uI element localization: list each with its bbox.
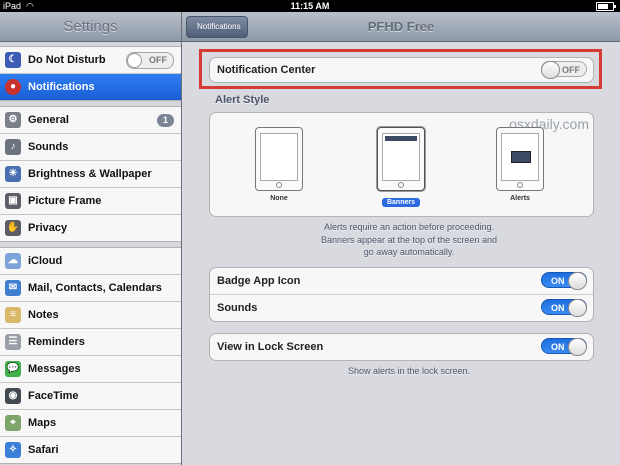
sidebar-item-messages[interactable]: 💬 Messages	[0, 356, 181, 383]
lock-screen-card: View in Lock Screen ON	[209, 333, 594, 361]
sidebar-group-3: ☁ iCloud ✉ Mail, Contacts, Calendars ≡ N…	[0, 247, 181, 464]
sidebar-item-label: FaceTime	[28, 390, 79, 402]
sidebar-item-label: Notifications	[28, 81, 95, 93]
notification-center-toggle[interactable]: OFF	[541, 61, 587, 79]
brightness-icon: ☀	[5, 166, 21, 182]
gear-icon: ⚙	[5, 112, 21, 128]
status-bar: iPad ◠ 11:15 AM	[0, 0, 620, 12]
moon-icon: ☾	[5, 52, 21, 68]
detail-pane: PFHD Free Notifications Notification Cen…	[182, 12, 620, 465]
sidebar-item-mail[interactable]: ✉ Mail, Contacts, Calendars	[0, 275, 181, 302]
badge-app-icon-toggle[interactable]: ON	[541, 272, 587, 290]
sidebar-item-picture-frame[interactable]: ▣ Picture Frame	[0, 188, 181, 215]
detail-header: PFHD Free Notifications	[182, 12, 620, 42]
alert-note-3: go away automatically.	[363, 247, 455, 257]
sidebar-item-label: General	[28, 114, 69, 126]
sidebar-item-label: Reminders	[28, 336, 85, 348]
alert-option-banners[interactable]: Banners	[371, 127, 431, 209]
sidebar-title: Settings	[63, 18, 118, 35]
ipad-banners-icon	[377, 127, 425, 191]
picture-frame-icon: ▣	[5, 193, 21, 209]
alert-style-card: osxdaily.com None Banners Alerts	[209, 112, 594, 217]
sidebar-item-icloud[interactable]: ☁ iCloud	[0, 248, 181, 275]
notifications-icon: ●	[5, 79, 21, 95]
alert-note-2: Banners appear at the top of the screen …	[320, 235, 498, 245]
facetime-icon: ◉	[5, 388, 21, 404]
badge-app-icon-label: Badge App Icon	[217, 275, 301, 287]
battery-icon	[596, 2, 616, 11]
badge-app-icon-row: Badge App Icon ON	[210, 268, 593, 294]
sidebar-item-label: Mail, Contacts, Calendars	[28, 282, 162, 294]
ipad-none-icon	[255, 127, 303, 191]
notes-icon: ≡	[5, 307, 21, 323]
sidebar-group-2: ⚙ General 1 ♪ Sounds ☀ Brightness & Wall…	[0, 106, 181, 242]
speaker-icon: ♪	[5, 139, 21, 155]
sidebar-item-label: Do Not Disturb	[28, 54, 106, 66]
sidebar-item-notifications[interactable]: ● Notifications	[0, 74, 181, 100]
sidebar-item-label: Safari	[28, 444, 59, 456]
sidebar-item-label: Picture Frame	[28, 195, 102, 207]
sidebar-item-label: iCloud	[28, 255, 63, 267]
clock: 11:15 AM	[290, 1, 330, 11]
alert-style-label: Alert Style	[215, 94, 270, 106]
sidebar-item-sounds[interactable]: ♪ Sounds	[0, 134, 181, 161]
do-not-disturb-toggle[interactable]: OFF	[126, 52, 174, 69]
sidebar-item-general[interactable]: ⚙ General 1	[0, 107, 181, 134]
reminders-icon: ☰	[5, 334, 21, 350]
sidebar-item-maps[interactable]: ⌖ Maps	[0, 410, 181, 437]
sidebar-item-label: Notes	[28, 309, 59, 321]
mail-icon: ✉	[5, 280, 21, 296]
alert-note-1: Alerts require an action before proceedi…	[323, 222, 495, 232]
lock-screen-toggle[interactable]: ON	[541, 338, 587, 356]
back-button[interactable]: Notifications	[186, 16, 248, 38]
sidebar-item-safari[interactable]: ✧ Safari	[0, 437, 181, 463]
sounds-toggle[interactable]: ON	[541, 299, 587, 317]
alert-option-none[interactable]: None	[249, 127, 309, 202]
sidebar-item-privacy[interactable]: ✋ Privacy	[0, 215, 181, 241]
sidebar-item-label: Sounds	[28, 141, 69, 153]
maps-icon: ⌖	[5, 415, 21, 431]
lock-screen-label: View in Lock Screen	[217, 341, 324, 353]
notification-center-card: Notification Center OFF	[209, 57, 594, 83]
messages-icon: 💬	[5, 361, 21, 377]
sidebar-item-label: Brightness & Wallpaper	[28, 168, 152, 180]
sidebar-item-label: Messages	[28, 363, 81, 375]
sidebar-item-notes[interactable]: ≡ Notes	[0, 302, 181, 329]
lock-screen-note: Show alerts in the lock screen.	[347, 366, 471, 376]
sidebar-item-label: Privacy	[28, 222, 68, 234]
general-badge: 1	[157, 114, 174, 127]
sidebar-header: Settings	[0, 12, 181, 42]
safari-icon: ✧	[5, 442, 21, 458]
notification-center-label: Notification Center	[217, 64, 316, 76]
sidebar-item-do-not-disturb[interactable]: ☾ Do Not Disturb OFF	[0, 47, 181, 74]
sounds-label: Sounds	[217, 302, 258, 314]
sidebar-item-brightness[interactable]: ☀ Brightness & Wallpaper	[0, 161, 181, 188]
sidebar: Settings ☾ Do Not Disturb OFF ● Notifica…	[0, 12, 182, 465]
sounds-row: Sounds ON	[210, 294, 593, 321]
sidebar-item-reminders[interactable]: ☰ Reminders	[0, 329, 181, 356]
page-title: PFHD Free	[367, 19, 435, 34]
alert-option-alerts[interactable]: Alerts	[490, 127, 550, 202]
badge-sounds-card: Badge App Icon ON Sounds ON	[209, 267, 594, 322]
sidebar-item-facetime[interactable]: ◉ FaceTime	[0, 383, 181, 410]
cloud-icon: ☁	[5, 253, 21, 269]
sidebar-group-1: ☾ Do Not Disturb OFF ● Notifications	[0, 46, 181, 101]
notification-center-row: Notification Center OFF	[210, 58, 593, 82]
hand-icon: ✋	[5, 220, 21, 236]
lock-screen-row: View in Lock Screen ON	[210, 334, 593, 360]
ipad-alerts-icon	[496, 127, 544, 191]
sidebar-item-label: Maps	[28, 417, 57, 429]
